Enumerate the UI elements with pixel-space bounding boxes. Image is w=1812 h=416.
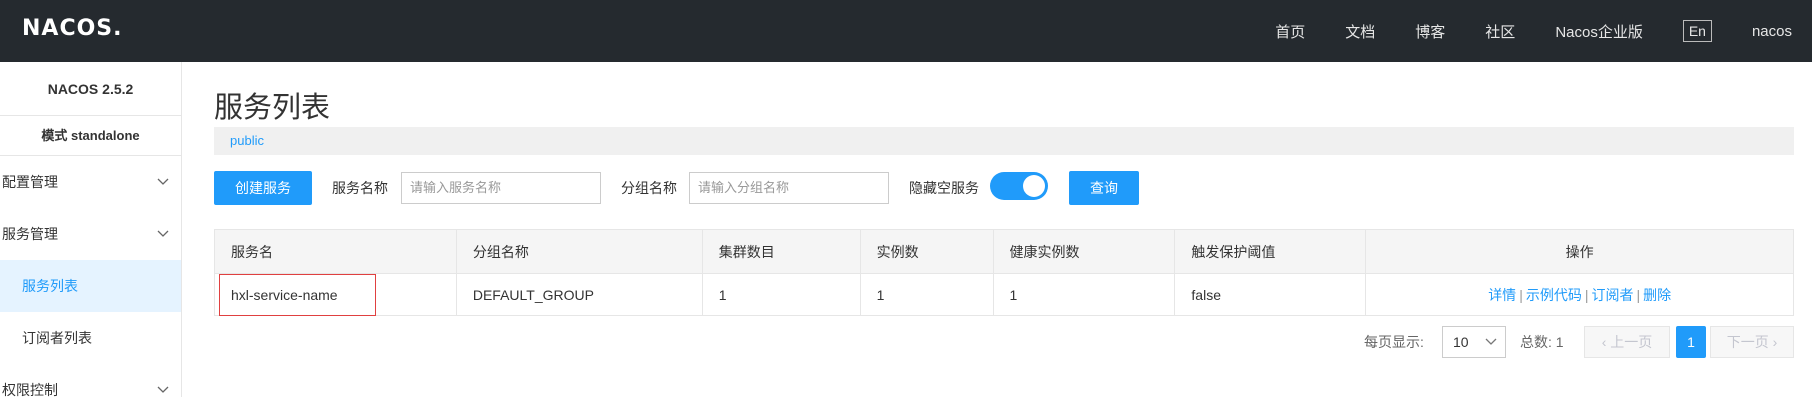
column-header-healthy-instances[interactable]: 健康实例数 — [992, 229, 1176, 274]
hide-empty-label: 隐藏空服务 — [909, 180, 979, 196]
column-header-operations: 操作 — [1365, 229, 1794, 274]
sidebar-group-label: 权限控制 — [2, 382, 58, 398]
sample-code-link[interactable]: 示例代码 — [1526, 287, 1582, 303]
nav-blog[interactable]: 博客 — [1415, 21, 1445, 42]
namespace-bar: public — [214, 127, 1794, 155]
next-page-label: 下一页 — [1726, 334, 1769, 350]
nav-enterprise[interactable]: Nacos企业版 — [1555, 21, 1643, 42]
mode-label: 模式 standalone — [0, 116, 181, 156]
search-toolbar: 创建服务 服务名称 请输入服务名称 分组名称 请输入分组名称 隐藏空服务 查询 — [214, 171, 1794, 205]
nav-community[interactable]: 社区 — [1485, 21, 1515, 42]
user-menu[interactable]: nacos — [1752, 23, 1792, 40]
column-header-instances[interactable]: 实例数 — [859, 229, 994, 274]
page-size-select[interactable]: 10 — [1442, 326, 1506, 358]
current-page-button[interactable]: 1 — [1676, 326, 1706, 358]
group-name-label: 分组名称 — [621, 180, 677, 196]
nacos-logo[interactable]: NACOS. — [22, 16, 123, 41]
prev-page-button[interactable]: ‹ 上一页 — [1584, 326, 1670, 358]
column-header-protect-threshold[interactable]: 触发保护阈值 — [1174, 229, 1367, 274]
cell-service-name: hxl-service-name — [214, 273, 457, 316]
cell-protect-threshold: false — [1174, 273, 1367, 316]
chevron-down-icon — [157, 156, 169, 208]
language-switch-button[interactable]: En — [1682, 20, 1712, 42]
per-page-label: 每页显示: — [1364, 334, 1424, 350]
sidebar-group-config[interactable]: 配置管理 — [0, 156, 181, 208]
sidebar-group-label: 配置管理 — [2, 174, 58, 190]
detail-link[interactable]: 详情 — [1488, 287, 1516, 303]
table-row: hxl-service-name DEFAULT_GROUP 1 1 1 fal… — [214, 273, 1794, 316]
separator: | — [1519, 286, 1523, 303]
pagination: 每页显示: 10 总数: 1 ‹ 上一页 1 下一页 › — [214, 326, 1794, 358]
column-header-clusters[interactable]: 集群数目 — [701, 229, 861, 274]
top-navbar: NACOS. 首页 文档 博客 社区 Nacos企业版 En nacos — [0, 0, 1812, 62]
nav-home[interactable]: 首页 — [1275, 21, 1305, 42]
page-size-value: 10 — [1453, 334, 1469, 350]
version-label: NACOS 2.5.2 — [0, 62, 181, 116]
service-table: 服务名 分组名称 集群数目 实例数 健康实例数 触发保护阈值 操作 hxl-se… — [214, 229, 1794, 316]
toggle-knob — [1023, 175, 1045, 197]
sidebar-group-service[interactable]: 服务管理 — [0, 208, 181, 260]
chevron-down-icon — [1485, 327, 1497, 369]
subscribers-link[interactable]: 订阅者 — [1591, 287, 1633, 303]
service-name-text: hxl-service-name — [231, 286, 338, 303]
next-page-button[interactable]: 下一页 › — [1710, 326, 1794, 358]
hide-empty-toggle[interactable] — [990, 172, 1048, 200]
sidebar-group-label: 服务管理 — [2, 226, 58, 242]
sidebar-group-auth[interactable]: 权限控制 — [0, 364, 181, 416]
page-title: 服务列表 — [214, 92, 331, 124]
service-name-input[interactable]: 请输入服务名称 — [401, 172, 601, 204]
chevron-right-icon: › — [1772, 334, 1778, 350]
create-service-button[interactable]: 创建服务 — [214, 171, 312, 205]
chevron-left-icon: ‹ — [1601, 334, 1607, 350]
separator: | — [1636, 286, 1641, 303]
cell-operations: 详情 | 示例代码 | 订阅者 | 删除 — [1365, 273, 1794, 316]
total-count: 总数: 1 — [1520, 334, 1564, 350]
delete-link[interactable]: 删除 — [1643, 287, 1671, 303]
cell-group-name: DEFAULT_GROUP — [455, 273, 703, 316]
top-nav: 首页 文档 博客 社区 Nacos企业版 En nacos — [1275, 0, 1812, 62]
table-header-row: 服务名 分组名称 集群数目 实例数 健康实例数 触发保护阈值 操作 — [214, 229, 1794, 274]
query-button[interactable]: 查询 — [1069, 171, 1139, 205]
group-name-input[interactable]: 请输入分组名称 — [689, 172, 889, 204]
sidebar: NACOS 2.5.2 模式 standalone 配置管理 服务管理 服务列表… — [0, 62, 182, 398]
sidebar-item-subscriber-list[interactable]: 订阅者列表 — [0, 312, 181, 364]
sidebar-item-service-list[interactable]: 服务列表 — [0, 260, 181, 312]
service-name-label: 服务名称 — [332, 180, 388, 196]
cell-healthy: 1 — [992, 273, 1176, 316]
prev-page-label: 上一页 — [1610, 334, 1653, 350]
separator: | — [1584, 286, 1589, 303]
chevron-down-icon — [157, 208, 169, 260]
column-header-group-name[interactable]: 分组名称 — [455, 229, 703, 274]
cell-instances: 1 — [859, 273, 994, 316]
column-header-service-name[interactable]: 服务名 — [214, 229, 457, 274]
nav-docs[interactable]: 文档 — [1345, 21, 1375, 42]
namespace-link-public[interactable]: public — [230, 133, 264, 148]
chevron-down-icon — [157, 364, 169, 416]
cell-clusters: 1 — [701, 273, 861, 316]
